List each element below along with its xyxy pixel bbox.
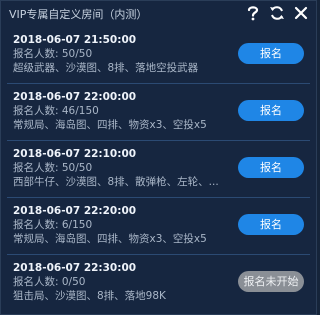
room-description: 西部牛仔、沙漠图、8排、散弹枪、左轮、...: [13, 176, 219, 188]
room-description: 超级武器、沙漠图、8排、落地空投武器: [13, 62, 199, 74]
signup-not-started-button[interactable]: 报名未开始: [238, 271, 304, 292]
room-item: 2018-06-07 22:00:00 报名人数: 46/150 常规局、海岛图…: [7, 84, 310, 141]
title-bar-controls: [244, 4, 310, 22]
refresh-icon[interactable]: [268, 4, 286, 22]
vip-room-window: VIP专属自定义房间（内测） 2018-06-07 21:50:00 报名人数:…: [0, 0, 317, 315]
room-item: 2018-06-07 21:50:00 报名人数: 50/50 超级武器、沙漠图…: [7, 27, 310, 84]
help-icon[interactable]: [244, 4, 262, 22]
room-item: 2018-06-07 22:20:00 报名人数: 6/150 常规局、海岛图、…: [7, 198, 310, 255]
title-bar: VIP专属自定义房间（内测）: [1, 1, 316, 27]
window-title: VIP专属自定义房间（内测）: [9, 8, 148, 21]
signup-button[interactable]: 报名: [238, 43, 304, 64]
signup-button[interactable]: 报名: [238, 214, 304, 235]
signup-button[interactable]: 报名: [238, 100, 304, 121]
room-description: 狙击局、沙漠图、8排、落地98K: [13, 290, 166, 302]
room-item: 2018-06-07 22:10:00 报名人数: 50/50 西部牛仔、沙漠图…: [7, 141, 310, 198]
signup-button[interactable]: 报名: [238, 157, 304, 178]
room-description: 常规局、海岛图、四排、物资x3、空投x5: [13, 119, 207, 131]
room-description: 常规局、海岛图、四排、物资x3、空投x5: [13, 233, 207, 245]
room-item: 2018-06-07 22:30:00 报名人数: 0/50 狙击局、沙漠图、8…: [7, 255, 310, 312]
room-list: 2018-06-07 21:50:00 报名人数: 50/50 超级武器、沙漠图…: [7, 27, 310, 312]
close-icon[interactable]: [292, 4, 310, 22]
